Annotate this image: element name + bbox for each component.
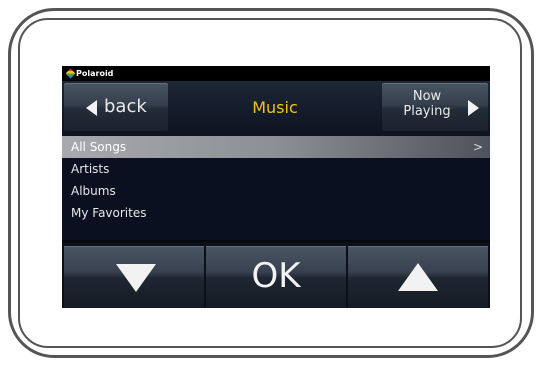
ok-button[interactable]: OK	[206, 246, 346, 308]
list-item-label: Artists	[71, 162, 110, 176]
navigation-bar: OK	[62, 242, 490, 308]
page-title: Music	[252, 97, 298, 117]
scroll-up-button[interactable]	[348, 246, 488, 308]
list-item-label: Albums	[71, 184, 116, 198]
back-label: back	[104, 96, 147, 117]
arrow-right-icon	[468, 100, 479, 116]
now-playing-label: Now Playing	[392, 89, 462, 119]
arrow-left-icon	[86, 100, 97, 116]
chevron-right-icon: >	[472, 140, 483, 154]
scroll-down-button[interactable]	[64, 246, 204, 308]
menu-list: All Songs > Artists Albums My Favorites	[62, 136, 490, 240]
polaroid-logo-icon	[65, 68, 76, 79]
triangle-up-icon	[398, 263, 438, 291]
triangle-down-icon	[116, 264, 156, 292]
now-playing-line2: Playing	[403, 104, 451, 119]
list-item-label: My Favorites	[71, 206, 147, 220]
now-playing-button[interactable]: Now Playing	[382, 83, 488, 131]
back-button[interactable]: back	[64, 83, 168, 131]
ok-label: OK	[251, 256, 301, 296]
brand-logo: Polaroid	[65, 67, 114, 80]
list-item-artists[interactable]: Artists	[62, 158, 490, 180]
list-item-albums[interactable]: Albums	[62, 180, 490, 202]
list-item-my-favorites[interactable]: My Favorites	[62, 202, 490, 224]
brand-bar: Polaroid	[62, 66, 490, 81]
brand-name: Polaroid	[76, 69, 114, 78]
device-screen: Polaroid back Music Now Playing All Song…	[62, 66, 490, 308]
header-bar: back Music Now Playing	[62, 81, 490, 136]
list-item-label: All Songs	[71, 140, 127, 154]
now-playing-line1: Now	[412, 89, 442, 104]
list-item-all-songs[interactable]: All Songs >	[62, 136, 490, 158]
